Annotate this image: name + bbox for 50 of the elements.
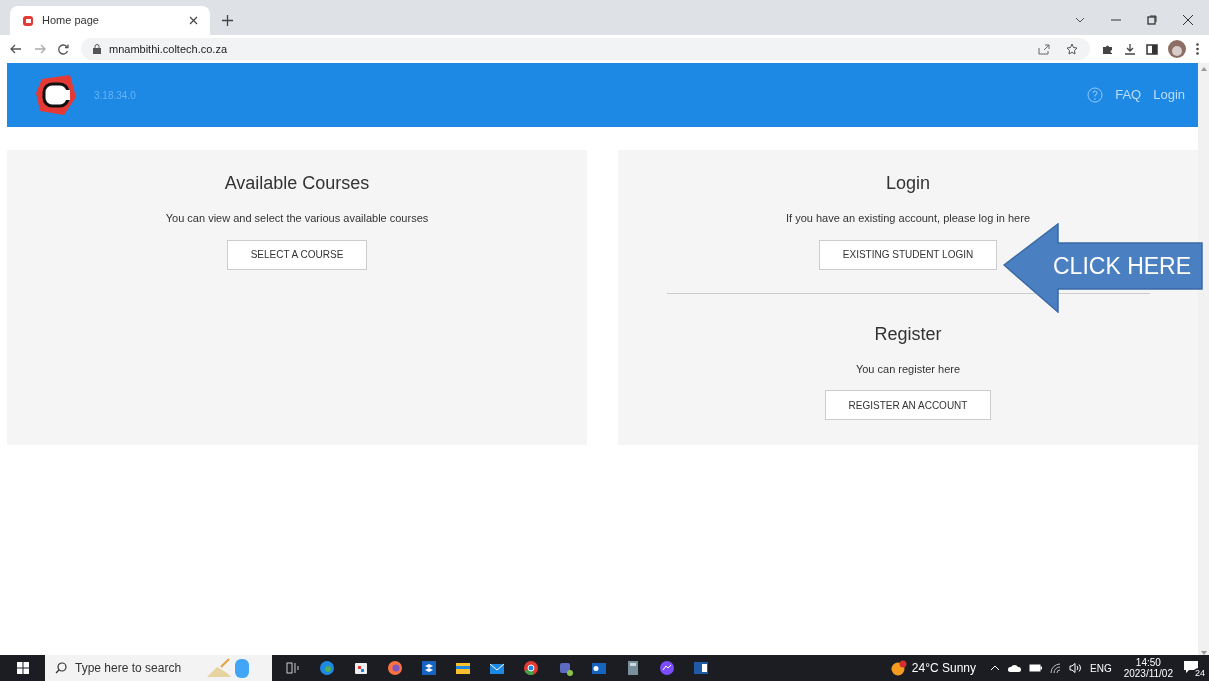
task-view-icon[interactable]: [285, 660, 301, 676]
puzzle-icon[interactable]: [1102, 43, 1114, 55]
speaker-icon[interactable]: [1069, 663, 1082, 673]
wifi-icon[interactable]: [1050, 663, 1061, 673]
action-button[interactable]: EXISTING STUDENT LOGIN: [818, 239, 998, 270]
back-icon[interactable]: [10, 44, 22, 54]
star-icon[interactable]: [1066, 43, 1078, 55]
windows-icon: [16, 662, 29, 674]
folder-icon[interactable]: [455, 660, 471, 676]
browser-tab[interactable]: Home page: [10, 6, 210, 35]
tab-title: Home page: [42, 13, 100, 29]
restore-icon[interactable]: [1147, 15, 1157, 25]
calculator-icon[interactable]: [625, 660, 641, 676]
avatar-icon[interactable]: [1168, 40, 1186, 58]
reload-icon[interactable]: [58, 43, 69, 55]
search-input[interactable]: Type here to search: [75, 659, 195, 677]
notification-count: 24: [1193, 668, 1207, 679]
section-description: You can register here: [855, 361, 961, 377]
version-text: 3.18.34.0: [94, 88, 136, 103]
language-indicator[interactable]: ENG: [1090, 660, 1112, 676]
battery-icon[interactable]: [1029, 664, 1042, 672]
address-bar[interactable]: mnambithi.coltech.co.za: [81, 38, 1090, 60]
weather-text[interactable]: 24°C Sunny: [911, 659, 976, 677]
weather-icon[interactable]: [890, 660, 907, 676]
action-button[interactable]: REGISTER AN ACCOUNT: [824, 390, 992, 420]
clock-date[interactable]: 2023/11/02: [1123, 668, 1173, 679]
site-logo-icon: [22, 14, 34, 27]
download-icon[interactable]: [1124, 43, 1136, 55]
chevron-down-icon[interactable]: [1075, 17, 1085, 23]
section-title: Available Courses: [224, 172, 370, 195]
chevron-up-icon[interactable]: [990, 665, 1000, 671]
url-text: mnambithi.coltech.co.za: [109, 41, 227, 57]
more-icon[interactable]: [1196, 43, 1199, 55]
logo-icon[interactable]: [34, 73, 78, 117]
section-description: You can view and select the various available courses: [165, 211, 429, 226]
cloud-icon[interactable]: [1008, 664, 1021, 672]
close-icon[interactable]: [189, 16, 198, 25]
share-icon[interactable]: [1038, 43, 1050, 55]
lock-icon: [93, 44, 101, 54]
close-icon[interactable]: [1183, 15, 1193, 25]
clock-time[interactable]: 14:50: [1135, 657, 1161, 668]
side-panel-icon[interactable]: [1146, 43, 1158, 55]
new-tab-icon[interactable]: [222, 15, 233, 26]
search-icon: [55, 662, 67, 674]
section-title: Login: [885, 172, 930, 195]
callout-text: CLICK HERE: [1053, 252, 1192, 281]
taskbar-search-field[interactable]: Type here to search: [45, 655, 272, 681]
action-button[interactable]: SELECT A COURSE: [226, 239, 368, 270]
section-description: If you have an existing account, please log in here: [786, 211, 1030, 226]
section-title: Register: [874, 322, 942, 346]
